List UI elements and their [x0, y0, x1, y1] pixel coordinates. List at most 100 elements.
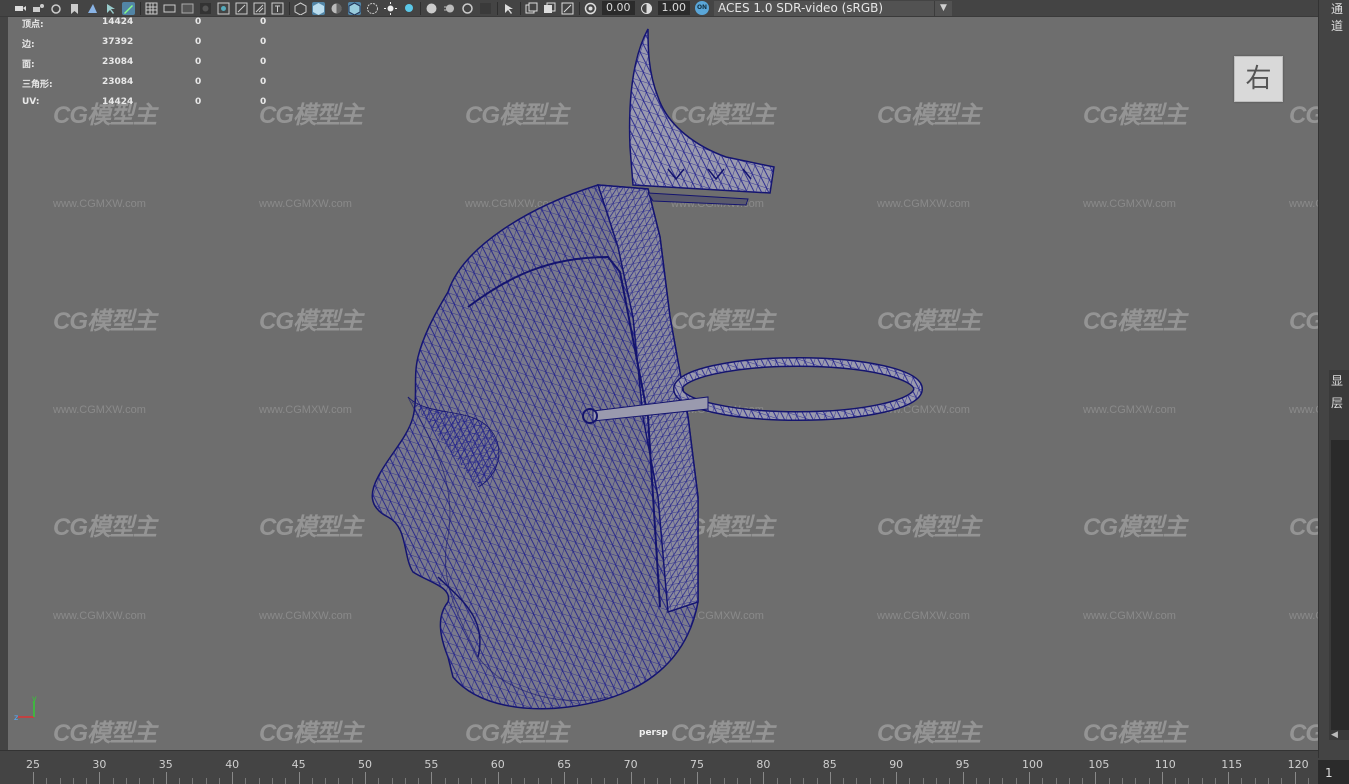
poly-count-hud: 顶点: 14424 0 0 边: 37392 0 0 面: 23084 0 0 三角形: 23084 0 0 U…	[22, 17, 322, 117]
current-frame-field[interactable]: 1	[1318, 760, 1349, 784]
timeline-minor-tick	[1055, 778, 1057, 784]
timeline-tick-label: 60	[490, 758, 505, 771]
timeline-minor-tick	[577, 778, 579, 784]
channel-box-tab[interactable]: 通道	[1331, 0, 1349, 34]
hud-value: 0	[260, 17, 267, 27]
hud-value: 23084	[102, 77, 134, 87]
shadows-icon[interactable]	[402, 2, 415, 15]
fit-icon[interactable]	[561, 2, 574, 15]
timeline-minor-tick	[617, 778, 619, 784]
hud-value: 0	[260, 77, 267, 87]
axis-y-label: y	[32, 695, 37, 703]
timeline-minor-tick	[1042, 778, 1044, 784]
time-slider[interactable]: 25 30 35 40 45 50 55 60 65 70 75 80 85 90 95 100 105 110 1…	[0, 750, 1318, 784]
hud-value: 37392	[102, 37, 134, 47]
axis-z-label: z	[14, 713, 18, 722]
resolution-icon[interactable]	[543, 2, 556, 15]
timeline-minor-tick	[484, 778, 486, 784]
film-gate-icon[interactable]	[163, 2, 176, 15]
camera-icon[interactable]	[14, 2, 27, 15]
timeline-tick-label: 70	[623, 758, 638, 771]
layer-list-scrollbar[interactable]	[1331, 440, 1349, 730]
default-material-icon[interactable]	[330, 2, 343, 15]
timeline-minor-tick	[112, 778, 114, 784]
text-icon[interactable]	[271, 2, 284, 15]
timeline-minor-tick	[922, 778, 924, 784]
viewcube[interactable]: 右	[1234, 56, 1283, 102]
ao-icon[interactable]	[425, 2, 438, 15]
timeline-tick	[896, 772, 898, 784]
viewport-toolbar: 0.00 1.00 ON ACES 1.0 SDR-video (sRGB) ▼	[0, 0, 1318, 17]
timeline-minor-tick	[550, 778, 552, 784]
hud-value: 0	[260, 57, 267, 67]
timeline-tick	[564, 772, 566, 784]
aa-icon[interactable]	[461, 2, 474, 15]
panel-layout-icon[interactable]	[525, 2, 538, 15]
timeline-minor-tick	[86, 778, 88, 784]
display-tab[interactable]: 显	[1331, 372, 1343, 389]
head-wireframe-model[interactable]	[8, 17, 1318, 750]
gate-mask-icon[interactable]	[199, 2, 212, 15]
timeline-minor-tick	[1201, 778, 1203, 784]
timeline-tick-label: 110	[1154, 758, 1176, 771]
exposure-field[interactable]: 0.00	[602, 1, 635, 15]
timeline-tick	[99, 772, 101, 784]
hud-label: 面:	[22, 60, 35, 70]
hud-label: 三角形:	[22, 80, 53, 90]
safe-title-icon[interactable]	[253, 2, 266, 15]
timeline-tick-label: 25	[26, 758, 40, 771]
hud-value: 0	[195, 17, 202, 27]
paint-tool-icon[interactable]	[122, 1, 135, 15]
grid-icon[interactable]	[145, 2, 158, 15]
timeline-tick	[497, 772, 499, 784]
timeline-minor-tick	[1135, 778, 1137, 784]
hud-value: 23084	[102, 57, 134, 67]
timeline-tick-label: 55	[424, 758, 439, 771]
timeline-minor-tick	[285, 778, 287, 784]
bookmark-icon[interactable]	[68, 2, 81, 15]
timeline-tick-label: 50	[358, 758, 372, 771]
field-chart-icon[interactable]	[217, 2, 230, 15]
dof-icon[interactable]	[479, 2, 492, 15]
wireframe-icon[interactable]	[294, 1, 307, 15]
select-tool-icon[interactable]	[104, 2, 117, 15]
resolution-gate-icon[interactable]	[181, 2, 194, 15]
wireframe-on-shaded-icon[interactable]	[348, 1, 361, 15]
timeline-tick	[431, 772, 433, 784]
timeline-tick	[33, 772, 34, 784]
gamma-field[interactable]: 1.00	[657, 1, 690, 15]
hud-row: UV: 14424 0 0	[22, 97, 322, 117]
timeline-minor-tick	[803, 778, 805, 784]
timeline-minor-tick	[139, 778, 141, 784]
timeline-minor-tick	[1175, 778, 1177, 784]
layer-tab[interactable]: 层	[1331, 394, 1343, 411]
timeline-minor-tick	[351, 778, 353, 784]
lights-icon[interactable]	[384, 1, 397, 15]
chevron-left-icon[interactable]: ◀	[1331, 730, 1338, 740]
hud-row: 面: 23084 0 0	[22, 57, 322, 77]
colorspace-dropdown[interactable]: ACES 1.0 SDR-video (sRGB) ▼	[714, 0, 952, 16]
motion-blur-icon[interactable]	[443, 2, 456, 15]
bookmark-icon[interactable]	[50, 2, 63, 15]
image-plane-icon[interactable]	[86, 2, 99, 15]
smooth-shade-icon[interactable]	[312, 1, 325, 15]
camera-attr-icon[interactable]	[32, 2, 45, 15]
timeline-tick-label: 120	[1287, 758, 1309, 771]
timeline-minor-tick	[418, 778, 420, 784]
select-camera-icon[interactable]	[502, 2, 515, 15]
colorspace-toggle-icon[interactable]: ON	[695, 1, 709, 15]
timeline-minor-tick	[856, 778, 858, 784]
hud-label: 顶点:	[22, 20, 44, 30]
exposure-icon[interactable]	[584, 2, 597, 15]
timeline-minor-tick	[936, 778, 938, 784]
3d-viewport[interactable]: CG模型主 www.CGMXW.com CG模型主 www.CGMXW.com CG模型…	[8, 17, 1318, 750]
timeline-minor-tick	[404, 778, 406, 784]
timeline-minor-tick	[192, 778, 194, 784]
timeline-minor-tick	[1148, 778, 1150, 784]
timeline-minor-tick	[218, 778, 220, 784]
camera-name-label: persp	[639, 728, 668, 738]
timeline-minor-tick	[511, 778, 513, 784]
gamma-icon[interactable]	[640, 2, 653, 15]
xray-icon[interactable]	[366, 2, 379, 15]
safe-action-icon[interactable]	[235, 2, 248, 15]
